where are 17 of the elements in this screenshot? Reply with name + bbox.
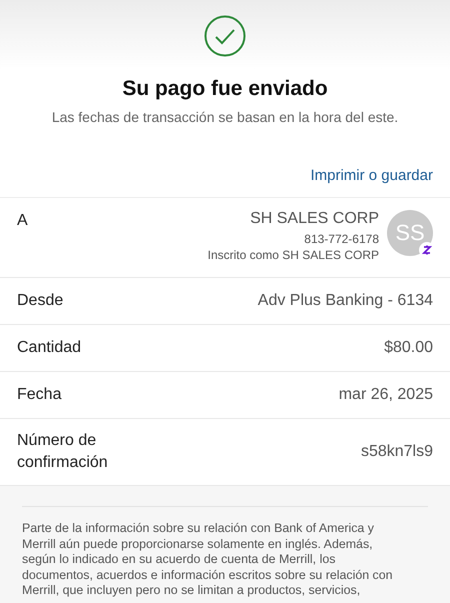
enrolled-note: Inscrito como SH SALES CORP (208, 248, 379, 262)
recipient-phone: 813-772-6178 (304, 232, 379, 246)
row-value: mar 26, 2025 (338, 386, 433, 404)
row-label: Fecha (17, 385, 62, 405)
row-label: A (17, 211, 29, 231)
row-value: $80.00 (384, 339, 433, 357)
subtitle: Las fechas de transacción se basan en la hora del este. (52, 109, 398, 125)
success-check-icon (204, 15, 246, 57)
row-label: Cantidad (17, 338, 82, 358)
row-value: Adv Plus Banking - 6134 (258, 292, 433, 310)
recipient-name: SH SALES CORP (250, 210, 379, 228)
disclaimer: Parte de la información sobre su relación con Bank of America y Merrill aún puede proporcionarse solamente en inglés. Además, según lo indicado en su acuerdo de cuenta de Merrill, los documentos, acuerdos e información escritos sobre su relación con Merrill, que incluyen pero no se limitan a productos, servicios, (22, 521, 394, 599)
row-value: s58kn7ls9 (360, 443, 433, 461)
row-label: Desde (17, 291, 64, 311)
page-title: Su pago fue enviado (122, 77, 328, 101)
print-link[interactable]: Imprimir o guardar (310, 167, 433, 197)
row-label: Número de confirmación (17, 431, 109, 473)
